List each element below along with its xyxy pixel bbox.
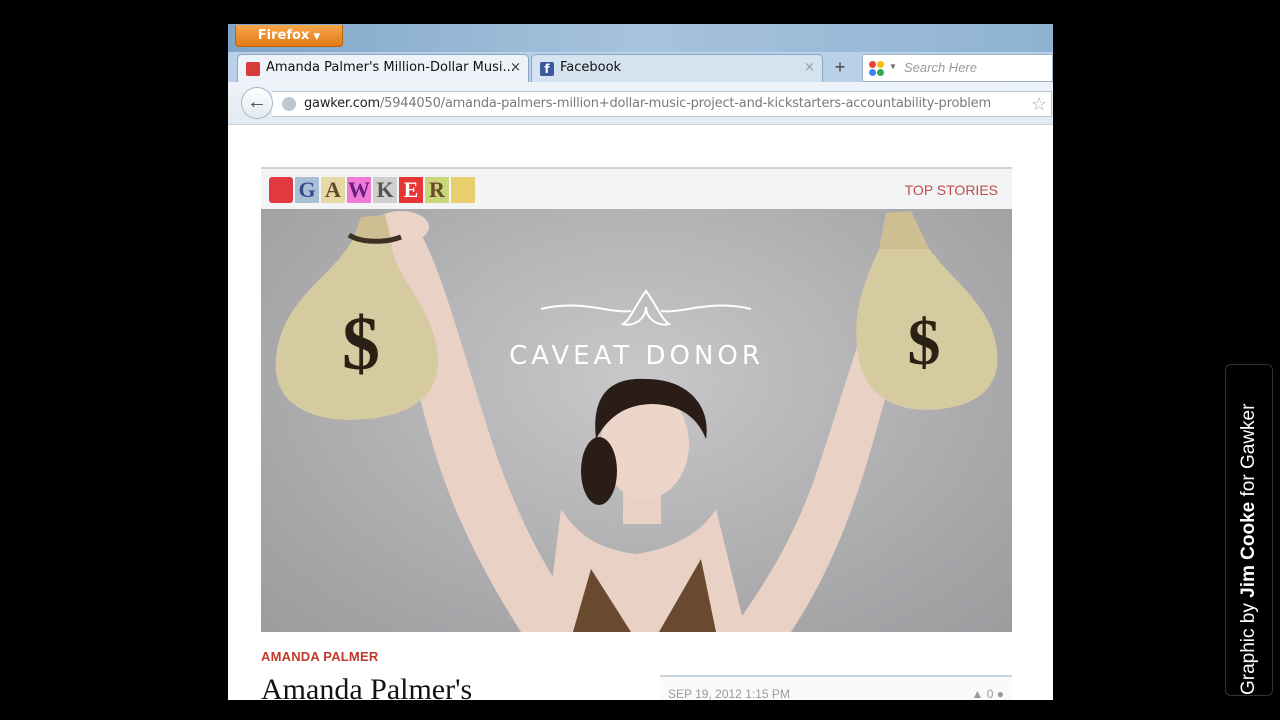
logo-letter: W	[347, 177, 371, 203]
tab-title: Facebook	[560, 60, 622, 75]
top-stories-link[interactable]: TOP STORIES	[905, 182, 998, 198]
comment-icon: ●	[996, 687, 1004, 700]
logo-letter	[451, 177, 475, 203]
section-tag[interactable]: AMANDA PALMER	[261, 649, 378, 664]
logo-letter: G	[295, 177, 319, 203]
logo-letter: E	[399, 177, 423, 203]
url-domain: gawker.com	[304, 96, 380, 111]
tab-strip: Amanda Palmer's Million-Dollar Musi... ×…	[228, 52, 1053, 82]
chevron-down-icon: ▼	[313, 32, 321, 42]
tab-facebook[interactable]: f Facebook ×	[531, 54, 823, 82]
search-placeholder: Search Here	[904, 60, 977, 75]
hero-illustration: $ $	[275, 211, 998, 632]
bookmark-star-icon[interactable]: ☆	[1031, 94, 1047, 114]
title-bar: Firefox ▼	[228, 24, 1053, 52]
firefox-menu-label: Firefox	[257, 28, 310, 43]
arrow-left-icon: ←	[247, 91, 267, 113]
flame-icon: ▲	[971, 687, 984, 700]
photo-credit-caption: Graphic by Jim Cooke for Gawker	[1225, 364, 1273, 696]
credit-prefix: Graphic by	[1238, 597, 1259, 695]
globe-icon	[282, 97, 296, 111]
photo-credit-text: Graphic by Jim Cooke for Gawker	[1232, 365, 1266, 695]
back-button[interactable]: ←	[241, 87, 273, 119]
site-header: G A W K E R TOP STORIES	[261, 167, 1012, 211]
logo-letter: A	[321, 177, 345, 203]
article-meta-bar: SEP 19, 2012 1:15 PM ▲ 0 ●	[660, 675, 1012, 700]
logo-letter: R	[425, 177, 449, 203]
new-tab-button[interactable]: +	[828, 54, 852, 80]
gawker-logo[interactable]: G A W K E R	[269, 177, 477, 203]
close-tab-icon[interactable]: ×	[804, 55, 815, 81]
search-input[interactable]: ▼ Search Here	[862, 54, 1053, 82]
search-engine-icon[interactable]	[869, 61, 885, 77]
credit-author: Jim Cooke	[1238, 501, 1259, 598]
hero-title: CAVEAT DONOR	[509, 341, 764, 371]
tab-gawker[interactable]: Amanda Palmer's Million-Dollar Musi... ×	[237, 54, 529, 82]
tab-title: Amanda Palmer's Million-Dollar Musi...	[266, 60, 515, 75]
count-value: 0	[986, 687, 994, 700]
logo-letter: K	[373, 177, 397, 203]
logo-letter	[269, 177, 293, 203]
browser-window: Firefox ▼ Amanda Palmer's Million-Dollar …	[228, 24, 1053, 700]
chevron-down-icon[interactable]: ▼	[889, 62, 897, 71]
address-bar[interactable]: gawker.com/5944050/amanda-palmers-millio…	[272, 91, 1052, 117]
gawker-favicon-icon	[246, 62, 260, 76]
article-headline[interactable]: Amanda Palmer's	[261, 673, 472, 700]
navigation-bar: gawker.com/5944050/amanda-palmers-millio…	[228, 82, 1053, 125]
credit-suffix: for Gawker	[1238, 403, 1259, 502]
page-content: G A W K E R TOP STORIES $ $ CAVEAT DONOR…	[228, 125, 1053, 700]
url-text: gawker.com/5944050/amanda-palmers-millio…	[304, 92, 991, 116]
comment-count[interactable]: ▲ 0 ●	[971, 687, 1004, 700]
url-path: /5944050/amanda-palmers-million+dollar-m…	[379, 96, 991, 111]
firefox-menu-button[interactable]: Firefox ▼	[235, 25, 343, 47]
facebook-favicon-icon: f	[540, 62, 554, 76]
hero-image: $ $ CAVEAT DONOR	[261, 209, 1012, 632]
article-date: SEP 19, 2012 1:15 PM	[668, 687, 790, 700]
close-tab-icon[interactable]: ×	[510, 55, 521, 81]
